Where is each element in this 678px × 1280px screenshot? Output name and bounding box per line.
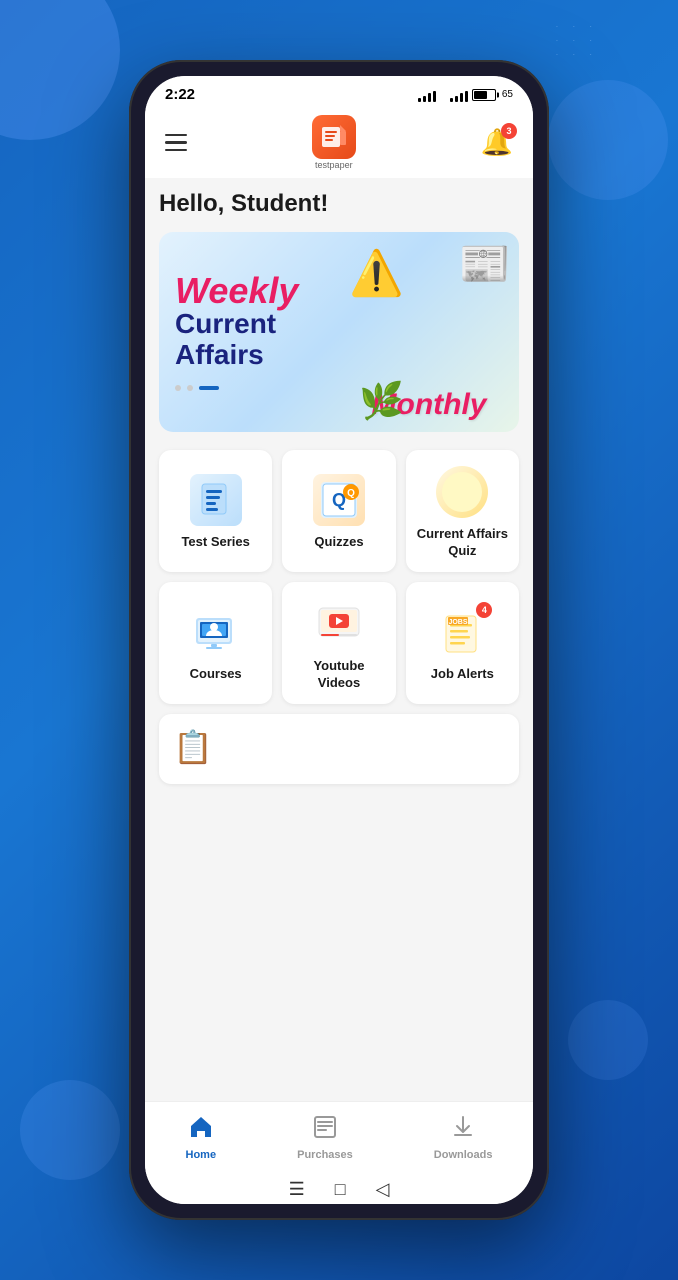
status-time: 2:22 bbox=[165, 86, 195, 103]
courses-card[interactable]: ⭐ Courses bbox=[159, 582, 272, 704]
notification-button[interactable]: 🔔 3 bbox=[477, 123, 517, 162]
job-alerts-label: Job Alerts bbox=[431, 666, 494, 683]
current-affairs-quiz-card[interactable]: 🌐 Current Affairs Quiz bbox=[406, 450, 519, 572]
banner-right: ⚠️ 📰 🌿 Monthly bbox=[339, 232, 519, 432]
banner-current: Current bbox=[175, 309, 323, 340]
signal2-bar-1 bbox=[450, 98, 453, 102]
banner-weekly: Weekly bbox=[175, 273, 323, 309]
downloads-nav-label: Downloads bbox=[434, 1149, 493, 1161]
menu-line-1 bbox=[165, 134, 187, 137]
banner-left: Weekly Current Affairs bbox=[159, 257, 339, 407]
quizzes-label: Quizzes bbox=[314, 534, 363, 551]
signal-bars-2 bbox=[450, 88, 468, 102]
signal2-bar-2 bbox=[455, 96, 458, 102]
banner-dot-active bbox=[199, 386, 219, 390]
banner-affairs: Affairs bbox=[175, 340, 323, 371]
content-area: Hello, Student! Weekly Current Affairs ⚠… bbox=[145, 178, 533, 1101]
battery-icon bbox=[472, 89, 496, 101]
quiz-icon: Q Q bbox=[313, 474, 365, 526]
hamburger-menu-button[interactable] bbox=[161, 130, 191, 156]
test-series-card[interactable]: Test Series bbox=[159, 450, 272, 572]
nav-home[interactable]: Home bbox=[170, 1110, 233, 1165]
status-icons: 65 bbox=[418, 88, 513, 102]
test-series-label: Test Series bbox=[181, 534, 249, 551]
notification-badge: 3 bbox=[501, 123, 517, 139]
purchases-nav-label: Purchases bbox=[297, 1149, 353, 1161]
job-alerts-card[interactable]: JOBS 4 Job Alerts bbox=[406, 582, 519, 704]
menu-gesture-icon: ☰ bbox=[289, 1179, 305, 1200]
weekly-banner[interactable]: Weekly Current Affairs ⚠️ 📰 🌿 Monthly bbox=[159, 232, 519, 432]
courses-label: Courses bbox=[190, 666, 242, 683]
grid-row-1: Test Series Q Q Quizzes bbox=[159, 450, 519, 572]
gesture-bar: ☰ □ ◁ bbox=[145, 1171, 533, 1204]
signal2-bar-4 bbox=[465, 91, 468, 102]
signal-bars bbox=[418, 88, 436, 102]
svg-text:JOBS: JOBS bbox=[449, 619, 468, 626]
signal-bar-4 bbox=[433, 91, 436, 102]
home-gesture-icon: □ bbox=[335, 1179, 346, 1200]
youtube-icon bbox=[313, 598, 365, 650]
bottom-navigation: Home Purchases bbox=[145, 1101, 533, 1171]
partial-card[interactable]: 📋 bbox=[159, 714, 519, 784]
ca-quiz-icon: 🌐 bbox=[436, 466, 488, 518]
menu-line-2 bbox=[165, 141, 187, 144]
quizzes-card[interactable]: Q Q Quizzes bbox=[282, 450, 395, 572]
nav-downloads[interactable]: Downloads bbox=[418, 1110, 509, 1165]
signal-bar-2 bbox=[423, 96, 426, 102]
youtube-videos-label: Youtube Videos bbox=[292, 658, 385, 692]
signal2-bar-3 bbox=[460, 93, 463, 102]
logo-icon bbox=[312, 115, 356, 159]
app-header: testpaper 🔔 3 bbox=[145, 107, 533, 178]
ca-quiz-label: Current Affairs Quiz bbox=[416, 526, 509, 560]
home-nav-label: Home bbox=[186, 1149, 217, 1161]
battery-fill bbox=[474, 91, 487, 99]
leaf-icon: 🌿 bbox=[359, 380, 404, 422]
job-alerts-badge: 4 bbox=[476, 602, 492, 618]
downloads-nav-icon bbox=[450, 1114, 476, 1147]
youtube-videos-card[interactable]: Youtube Videos bbox=[282, 582, 395, 704]
phone-screen: 2:22 65 bbox=[145, 76, 533, 1204]
greeting-text: Hello, Student! bbox=[159, 190, 519, 218]
partial-card-icon: 📋 bbox=[173, 728, 213, 766]
svg-text:Q: Q bbox=[347, 488, 355, 499]
purchases-nav-icon bbox=[312, 1114, 338, 1147]
menu-line-3 bbox=[165, 149, 187, 152]
nav-purchases[interactable]: Purchases bbox=[281, 1110, 369, 1165]
banner-dot-1 bbox=[175, 385, 181, 391]
courses-icon: ⭐ bbox=[190, 606, 242, 658]
phone-frame: 2:22 65 bbox=[129, 60, 549, 1220]
status-bar: 2:22 65 bbox=[145, 76, 533, 107]
logo-text: testpaper bbox=[315, 160, 353, 170]
banner-dot-2 bbox=[187, 385, 193, 391]
back-gesture-icon: ◁ bbox=[376, 1179, 390, 1200]
home-nav-icon bbox=[188, 1114, 214, 1147]
battery-percent: 65 bbox=[502, 89, 513, 100]
app-logo: testpaper bbox=[312, 115, 356, 170]
grid-row-2: ⭐ Courses bbox=[159, 582, 519, 704]
job-alerts-icon: JOBS 4 bbox=[436, 606, 488, 658]
signal-bar-1 bbox=[418, 98, 421, 102]
test-series-icon bbox=[190, 474, 242, 526]
signal-bar-3 bbox=[428, 93, 431, 102]
warning-triangle-icon: ⚠️ bbox=[349, 247, 404, 299]
news-icon: 📰 bbox=[459, 240, 511, 289]
